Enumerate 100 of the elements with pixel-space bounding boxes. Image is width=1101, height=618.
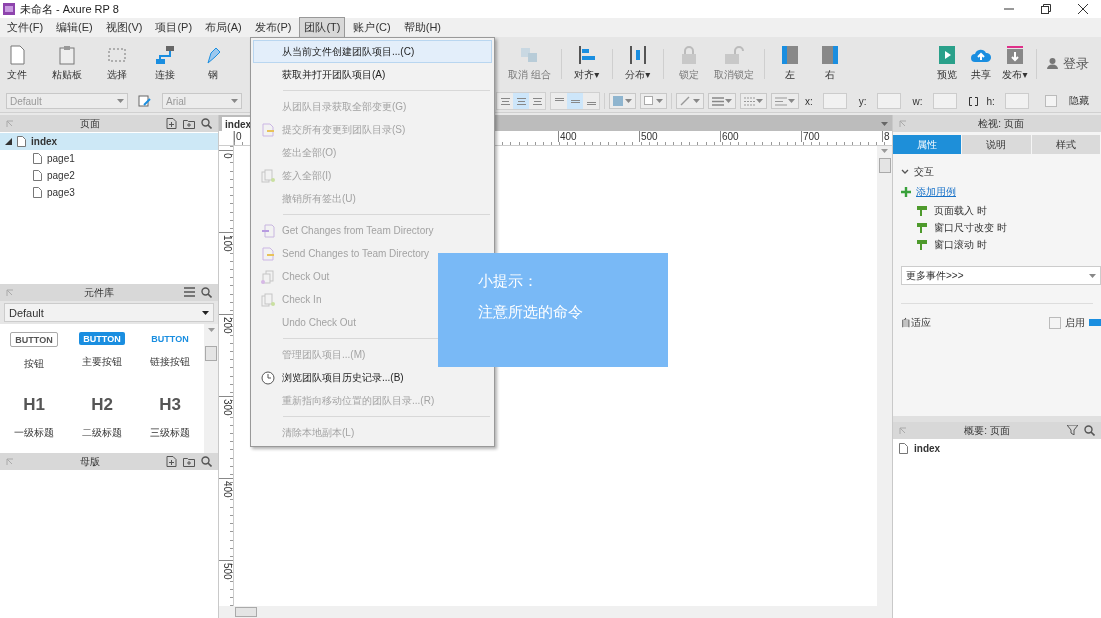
page-item[interactable]: page1: [0, 150, 218, 167]
field-label: w:: [912, 95, 923, 107]
add-case-link[interactable]: 添加用例: [916, 185, 956, 199]
widget-item[interactable]: H2 二级标题: [68, 394, 136, 453]
panel-title: 母版: [80, 454, 100, 469]
event-item[interactable]: 窗口滚动 时: [901, 236, 1093, 253]
field-label: y:: [858, 95, 867, 107]
shadow-dropdown[interactable]: [640, 93, 667, 109]
toolbar-button[interactable]: 选择: [104, 45, 130, 82]
scroll-thumb[interactable]: [235, 607, 257, 617]
toolbar-label: 连接: [155, 68, 175, 82]
widget-item[interactable]: H1 一级标题: [0, 394, 68, 453]
toolbar-button[interactable]: 共享: [968, 45, 994, 82]
lock-ratio-icon: [968, 96, 978, 106]
toolbar-button[interactable]: 右: [814, 45, 845, 82]
plus-icon: [901, 187, 911, 197]
line-color-dropdown[interactable]: [676, 93, 704, 109]
menu-option[interactable]: 从当前文件创建团队项目...(C): [253, 40, 492, 63]
coordinate-field[interactable]: [822, 93, 847, 109]
toolbar-button[interactable]: 钢: [200, 45, 226, 82]
align-lines-icon: [500, 97, 510, 105]
checkbox-label: 隐藏: [1068, 94, 1089, 108]
expanded-icon[interactable]: [5, 138, 12, 145]
menu-option[interactable]: 浏览团队项目历史记录...(B): [253, 366, 492, 389]
menu-item[interactable]: 文件(F): [2, 17, 49, 38]
login-button[interactable]: 登录: [1037, 54, 1101, 73]
toolbar-button[interactable]: 粘贴板: [52, 45, 82, 82]
vertical-align-button[interactable]: [583, 93, 599, 109]
toolbar-button[interactable]: 预览: [934, 45, 960, 82]
arrow-style-dropdown[interactable]: [771, 93, 799, 109]
toolbar-button[interactable]: 对齐▾: [571, 45, 602, 82]
text-align-button[interactable]: [497, 93, 513, 109]
tip-text: 注意所选的命令: [478, 303, 584, 322]
checkbox[interactable]: [1049, 317, 1061, 329]
caret-icon: [693, 99, 700, 103]
vertical-align-button[interactable]: [551, 93, 567, 109]
inspector-tab[interactable]: 说明: [962, 135, 1032, 154]
document-arrow-icon: [261, 246, 275, 261]
widget-item[interactable]: BUTTON 按钮: [0, 332, 68, 384]
scrollbar[interactable]: [204, 324, 218, 453]
widget-item[interactable]: H3 三级标题: [136, 394, 204, 453]
line-style-dropdown[interactable]: [740, 93, 767, 109]
checkbox[interactable]: [1044, 95, 1057, 107]
menu-item[interactable]: 发布(P): [249, 17, 297, 38]
menu-item[interactable]: 布局(A): [200, 17, 247, 38]
menu-item[interactable]: 帮助(H): [398, 17, 446, 38]
page-item[interactable]: index: [0, 133, 218, 150]
line-weight-dropdown[interactable]: [708, 93, 736, 109]
caret-icon: [625, 99, 632, 103]
page-icon: [33, 187, 42, 198]
scroll-thumb[interactable]: [878, 158, 891, 173]
toolbar-button[interactable]: 分布▾: [622, 45, 653, 82]
search-icon: [201, 118, 212, 129]
button-sample: BUTTON: [150, 332, 190, 345]
panel-title: 检视: 页面: [978, 116, 1024, 131]
library-dropdown[interactable]: Default: [4, 303, 214, 322]
event-item[interactable]: 窗口尺寸改变 时: [901, 219, 1093, 236]
dock-icon: [899, 119, 907, 128]
outline-item[interactable]: index: [893, 439, 1101, 458]
scroll-thumb[interactable]: [205, 346, 217, 361]
menu-option[interactable]: 获取并打开团队项目(A): [253, 63, 492, 86]
event-item[interactable]: 页面载入 时: [901, 202, 1093, 219]
events-dropdown[interactable]: 更多事件>>>: [901, 266, 1101, 285]
page-item[interactable]: page2: [0, 167, 218, 184]
coordinate-field[interactable]: [1004, 93, 1029, 109]
widget-item[interactable]: BUTTON 链接按钮: [136, 332, 204, 384]
toolbar-button[interactable]: 发布▾: [1002, 45, 1028, 82]
align-lines-icon: [516, 97, 526, 105]
scrollbar[interactable]: [877, 146, 892, 606]
widget-label: 按钮: [24, 357, 44, 371]
scrollbar[interactable]: [219, 606, 892, 618]
menu-item[interactable]: 团队(T): [299, 17, 346, 38]
widget-item[interactable]: BUTTON 主要按钮: [68, 332, 136, 384]
page-name: page1: [47, 153, 75, 164]
inspector-tab[interactable]: 属性: [893, 135, 963, 154]
toolbar-button[interactable]: 左: [774, 45, 805, 82]
toolbar-button[interactable]: 文件: [4, 45, 30, 82]
fill-color-dropdown[interactable]: [609, 93, 636, 109]
dock-icon: [6, 288, 14, 297]
menu-item[interactable]: 项目(P): [150, 17, 198, 38]
menu-item[interactable]: 编辑(E): [51, 17, 98, 38]
documents-icon: [261, 269, 275, 284]
menu-item[interactable]: 视图(V): [100, 17, 148, 38]
flag-icon: [917, 239, 927, 250]
inspector-tab[interactable]: 样式: [1031, 135, 1101, 154]
connector-icon: [154, 45, 176, 65]
play-icon: [936, 45, 958, 65]
menu-icon: [184, 287, 195, 297]
text-align-button[interactable]: [529, 93, 545, 109]
page-item[interactable]: page3: [0, 184, 218, 201]
text-align-button[interactable]: [513, 93, 529, 109]
close-icon: [1077, 4, 1088, 14]
toolbar-button[interactable]: 连接: [152, 45, 178, 82]
vertical-align-button[interactable]: [567, 93, 583, 109]
menu-item[interactable]: 账户(C): [348, 17, 396, 38]
chevron-down-icon[interactable]: [901, 169, 909, 175]
documents-icon: [261, 292, 275, 307]
coordinate-field[interactable]: [932, 93, 957, 109]
coordinate-field[interactable]: [876, 93, 901, 109]
search-icon: [1084, 425, 1095, 436]
